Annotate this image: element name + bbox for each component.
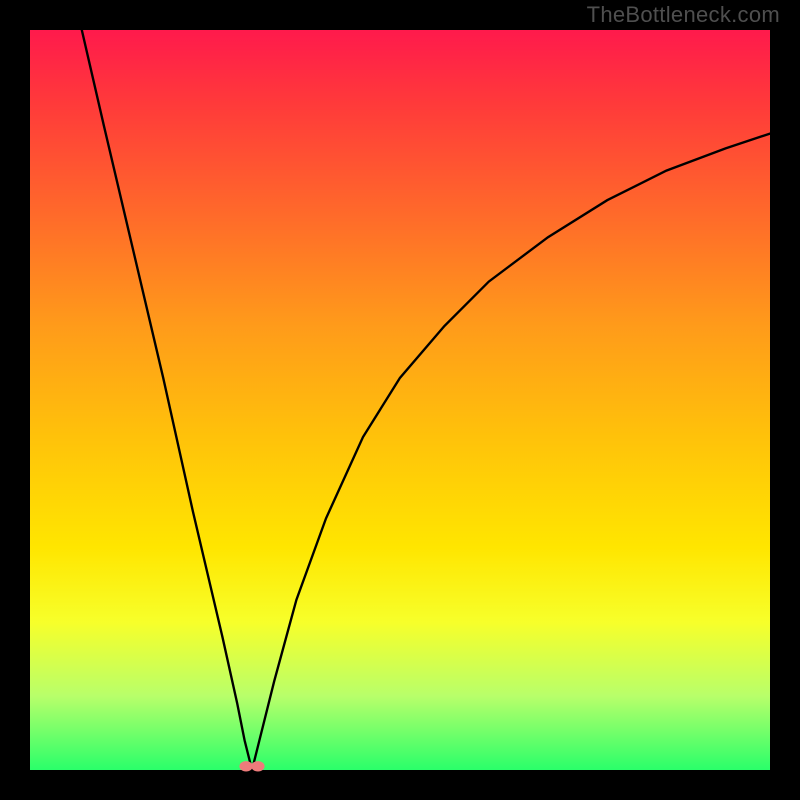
curve-right-branch — [252, 134, 770, 770]
minimum-marker-a — [239, 761, 252, 771]
curve-left-branch — [82, 30, 252, 770]
curve-overlay — [30, 30, 770, 770]
chart-container: TheBottleneck.com — [0, 0, 800, 800]
watermark-text: TheBottleneck.com — [587, 2, 780, 28]
minimum-marker-b — [251, 761, 264, 771]
